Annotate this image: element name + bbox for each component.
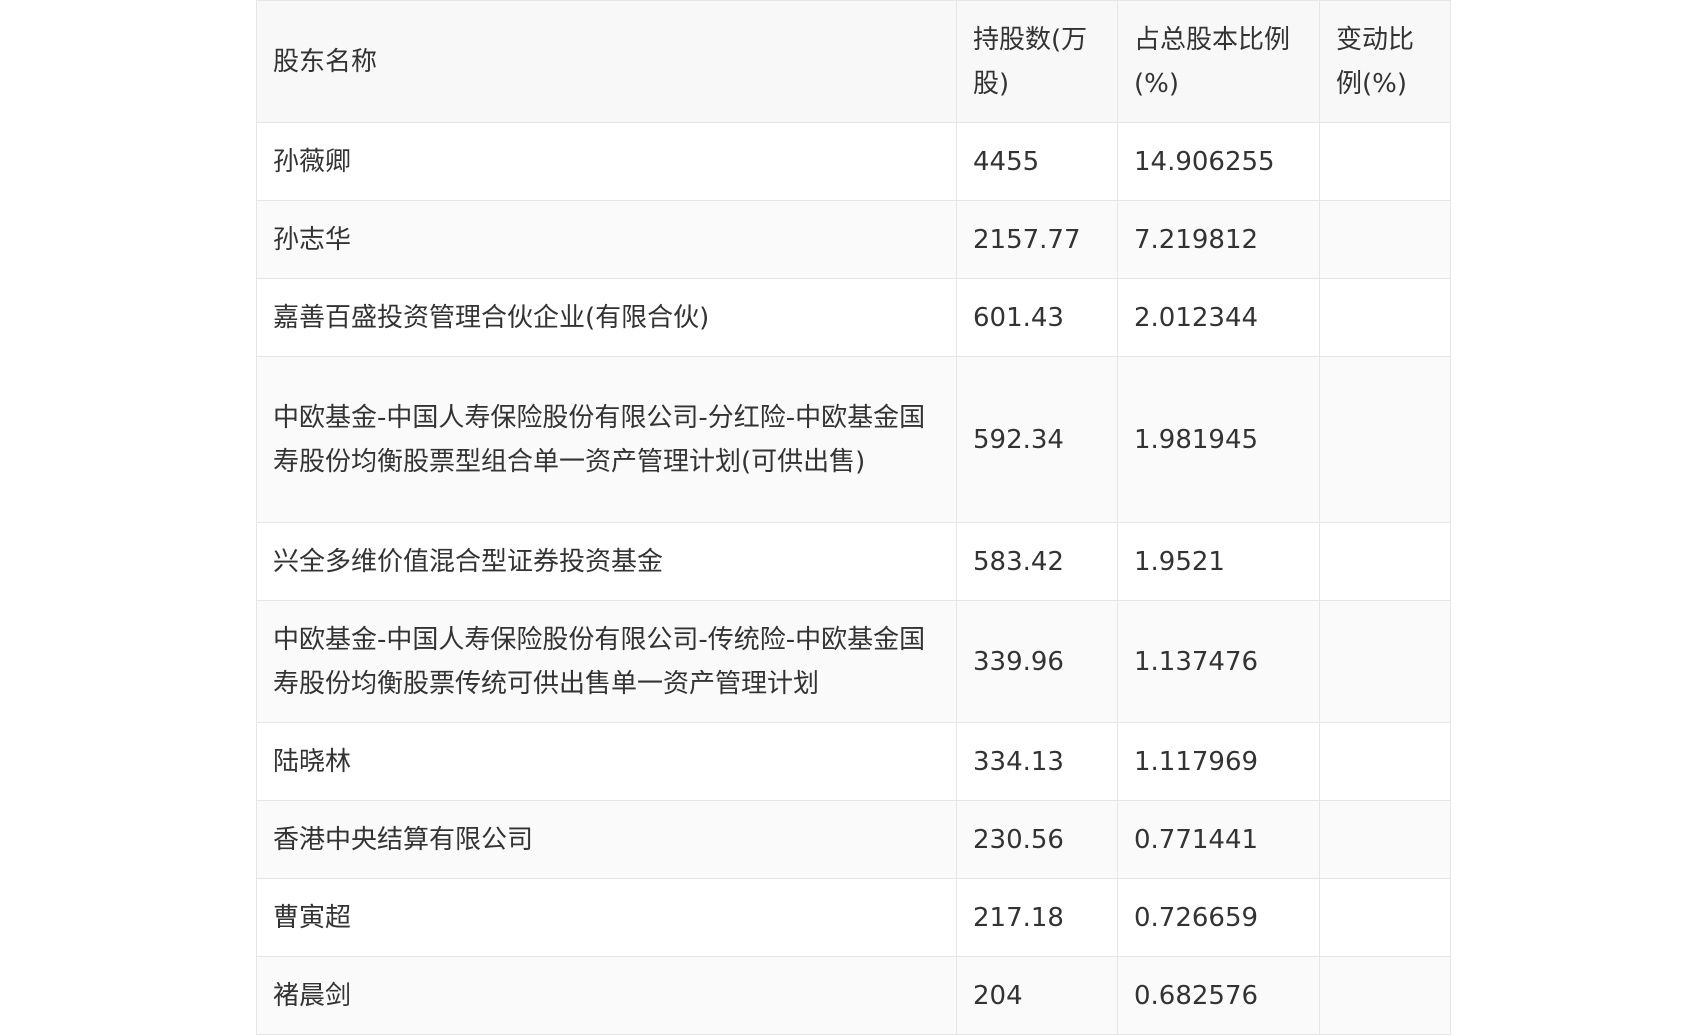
table-row: 孙志华 2157.77 7.219812	[256, 200, 1451, 279]
cell-shareholder-name: 孙志华	[256, 200, 957, 279]
cell-share-ratio: 1.117969	[1117, 722, 1320, 801]
cell-change-ratio	[1319, 956, 1451, 1035]
table-row: 曹寅超 217.18 0.726659	[256, 878, 1451, 957]
table-row: 嘉善百盛投资管理合伙企业(有限合伙) 601.43 2.012344	[256, 278, 1451, 357]
header-shares-held: 持股数(万股)	[956, 0, 1118, 123]
cell-change-ratio	[1319, 522, 1451, 601]
cell-shares-held: 204	[956, 956, 1118, 1035]
header-shareholder-name: 股东名称	[256, 0, 957, 123]
cell-share-ratio: 1.137476	[1117, 600, 1320, 723]
table-row: 孙薇卿 4455 14.906255	[256, 122, 1451, 201]
header-change-ratio: 变动比例(%)	[1319, 0, 1451, 123]
cell-shareholder-name: 中欧基金-中国人寿保险股份有限公司-传统险-中欧基金国寿股份均衡股票传统可供出售…	[256, 600, 957, 723]
cell-share-ratio: 0.771441	[1117, 800, 1320, 879]
cell-shareholder-name: 中欧基金-中国人寿保险股份有限公司-分红险-中欧基金国寿股份均衡股票型组合单一资…	[256, 356, 957, 523]
table-row: 兴全多维价值混合型证券投资基金 583.42 1.9521	[256, 522, 1451, 601]
cell-shareholder-name: 香港中央结算有限公司	[256, 800, 957, 879]
cell-change-ratio	[1319, 122, 1451, 201]
cell-shareholder-name: 曹寅超	[256, 878, 957, 957]
cell-shares-held: 230.56	[956, 800, 1118, 879]
cell-change-ratio	[1319, 878, 1451, 957]
cell-share-ratio: 1.981945	[1117, 356, 1320, 523]
cell-change-ratio	[1319, 800, 1451, 879]
cell-share-ratio: 2.012344	[1117, 278, 1320, 357]
cell-change-ratio	[1319, 356, 1451, 523]
cell-shares-held: 592.34	[956, 356, 1118, 523]
cell-share-ratio: 14.906255	[1117, 122, 1320, 201]
cell-share-ratio: 0.682576	[1117, 956, 1320, 1035]
cell-shareholder-name: 陆晓林	[256, 722, 957, 801]
cell-change-ratio	[1319, 200, 1451, 279]
cell-shares-held: 4455	[956, 122, 1118, 201]
table-row: 香港中央结算有限公司 230.56 0.771441	[256, 800, 1451, 879]
header-share-ratio: 占总股本比例(%)	[1117, 0, 1320, 123]
cell-share-ratio: 0.726659	[1117, 878, 1320, 957]
cell-shares-held: 334.13	[956, 722, 1118, 801]
shareholder-table: 股东名称 持股数(万股) 占总股本比例(%) 变动比例(%) 孙薇卿 4455 …	[256, 0, 1451, 1035]
cell-shareholder-name: 褚晨剑	[256, 956, 957, 1035]
table-row: 褚晨剑 204 0.682576	[256, 956, 1451, 1035]
cell-shares-held: 339.96	[956, 600, 1118, 723]
shareholder-table-container: 股东名称 持股数(万股) 占总股本比例(%) 变动比例(%) 孙薇卿 4455 …	[256, 0, 1451, 1035]
table-row: 陆晓林 334.13 1.117969	[256, 722, 1451, 801]
cell-share-ratio: 7.219812	[1117, 200, 1320, 279]
table-row: 中欧基金-中国人寿保险股份有限公司-分红险-中欧基金国寿股份均衡股票型组合单一资…	[256, 356, 1451, 523]
cell-shares-held: 2157.77	[956, 200, 1118, 279]
cell-shares-held: 217.18	[956, 878, 1118, 957]
cell-change-ratio	[1319, 278, 1451, 357]
cell-shares-held: 601.43	[956, 278, 1118, 357]
table-row: 中欧基金-中国人寿保险股份有限公司-传统险-中欧基金国寿股份均衡股票传统可供出售…	[256, 600, 1451, 723]
cell-change-ratio	[1319, 600, 1451, 723]
cell-shares-held: 583.42	[956, 522, 1118, 601]
cell-shareholder-name: 孙薇卿	[256, 122, 957, 201]
cell-change-ratio	[1319, 722, 1451, 801]
cell-shareholder-name: 嘉善百盛投资管理合伙企业(有限合伙)	[256, 278, 957, 357]
cell-share-ratio: 1.9521	[1117, 522, 1320, 601]
table-header-row: 股东名称 持股数(万股) 占总股本比例(%) 变动比例(%)	[256, 0, 1451, 123]
cell-shareholder-name: 兴全多维价值混合型证券投资基金	[256, 522, 957, 601]
